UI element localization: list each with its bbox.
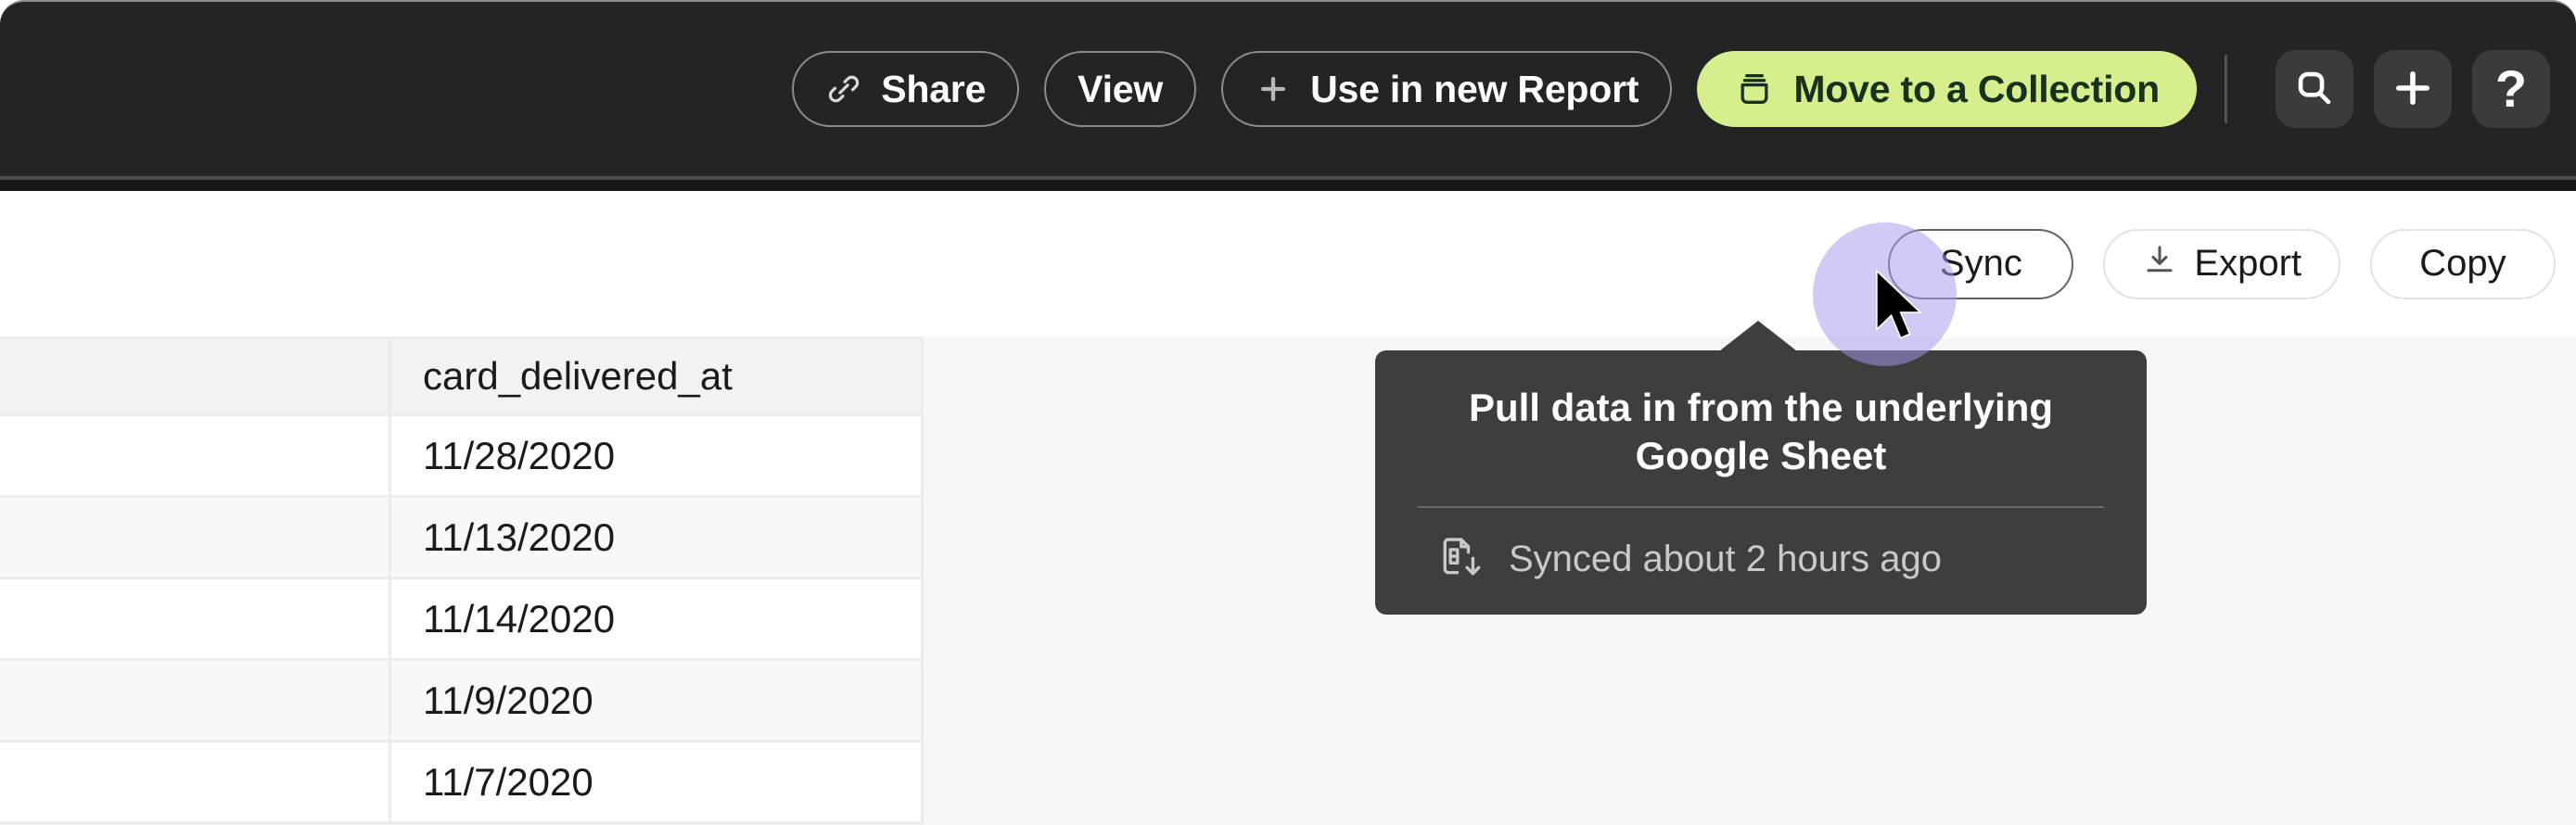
- table-row[interactable]: Texas 11/7/2020: [0, 742, 924, 824]
- tooltip-title: Pull data in from the underlying Google …: [1412, 384, 2110, 480]
- table-row[interactable]: California 11/9/2020: [0, 661, 924, 742]
- column-header-card-delivered-at[interactable]: card_delivered_at: [391, 336, 924, 416]
- column-header-region[interactable]: region: [0, 336, 391, 416]
- sync-button[interactable]: Sync: [1888, 229, 2073, 299]
- app-root: Share View Use in new Report Move to a C…: [0, 0, 2576, 825]
- toolbar-bottom-shadow: [0, 180, 2576, 191]
- cell-region[interactable]: New York: [0, 579, 391, 661]
- help-icon-button[interactable]: ?: [2472, 50, 2550, 128]
- table-row[interactable]: Hawaii 11/13/2020: [0, 498, 924, 579]
- table-header-row: region card_delivered_at: [0, 336, 924, 416]
- help-icon: ?: [2495, 63, 2527, 115]
- download-icon: [2142, 242, 2177, 286]
- move-to-collection-button[interactable]: Move to a Collection: [1697, 51, 2197, 127]
- tooltip-status-label: Synced about 2 hours ago: [1509, 539, 1942, 580]
- data-table: region card_delivered_at California 11/2…: [0, 336, 924, 824]
- cell-region[interactable]: Hawaii: [0, 498, 391, 579]
- cell-region[interactable]: California: [0, 661, 391, 742]
- data-table-container[interactable]: region card_delivered_at California 11/2…: [0, 336, 2576, 825]
- table-row[interactable]: New York 11/14/2020: [0, 579, 924, 661]
- sync-tooltip: Pull data in from the underlying Google …: [1375, 350, 2147, 615]
- share-button-label: Share: [881, 68, 986, 111]
- link-icon: [825, 70, 862, 108]
- sheet-sync-icon: [1435, 532, 1485, 587]
- collection-icon: [1734, 69, 1775, 109]
- tooltip-arrow: [1715, 321, 1801, 354]
- cell-card-delivered-at[interactable]: 11/28/2020: [391, 416, 924, 498]
- plus-icon: [1255, 70, 1292, 108]
- cell-card-delivered-at[interactable]: 11/13/2020: [391, 498, 924, 579]
- copy-button[interactable]: Copy: [2370, 229, 2556, 299]
- table-action-bar: Sync Export Copy: [0, 191, 2576, 336]
- table-body: California 11/28/2020 Hawaii 11/13/2020 …: [0, 416, 924, 824]
- export-button-label: Export: [2194, 243, 2302, 285]
- use-in-new-report-label: Use in new Report: [1310, 68, 1639, 111]
- tooltip-status: Synced about 2 hours ago: [1412, 532, 2110, 587]
- copy-button-label: Copy: [2419, 243, 2506, 285]
- tooltip-divider: [1418, 506, 2104, 508]
- view-button[interactable]: View: [1044, 51, 1196, 127]
- top-toolbar: Share View Use in new Report Move to a C…: [0, 0, 2576, 176]
- toolbar-divider: [2225, 55, 2227, 123]
- search-icon: [2293, 67, 2336, 112]
- cell-card-delivered-at[interactable]: 11/7/2020: [391, 742, 924, 824]
- table-row[interactable]: California 11/28/2020: [0, 416, 924, 498]
- move-to-collection-label: Move to a Collection: [1793, 68, 2160, 111]
- cell-region[interactable]: California: [0, 416, 391, 498]
- view-button-label: View: [1078, 68, 1163, 111]
- add-icon-button[interactable]: [2374, 50, 2452, 128]
- export-button[interactable]: Export: [2103, 229, 2340, 299]
- use-in-new-report-button[interactable]: Use in new Report: [1221, 51, 1672, 127]
- cell-card-delivered-at[interactable]: 11/14/2020: [391, 579, 924, 661]
- cell-card-delivered-at[interactable]: 11/9/2020: [391, 661, 924, 742]
- search-icon-button[interactable]: [2276, 50, 2353, 128]
- share-button[interactable]: Share: [792, 51, 1019, 127]
- cell-region[interactable]: Texas: [0, 742, 391, 824]
- plus-icon: [2391, 66, 2435, 113]
- sync-button-label: Sync: [1940, 243, 2022, 285]
